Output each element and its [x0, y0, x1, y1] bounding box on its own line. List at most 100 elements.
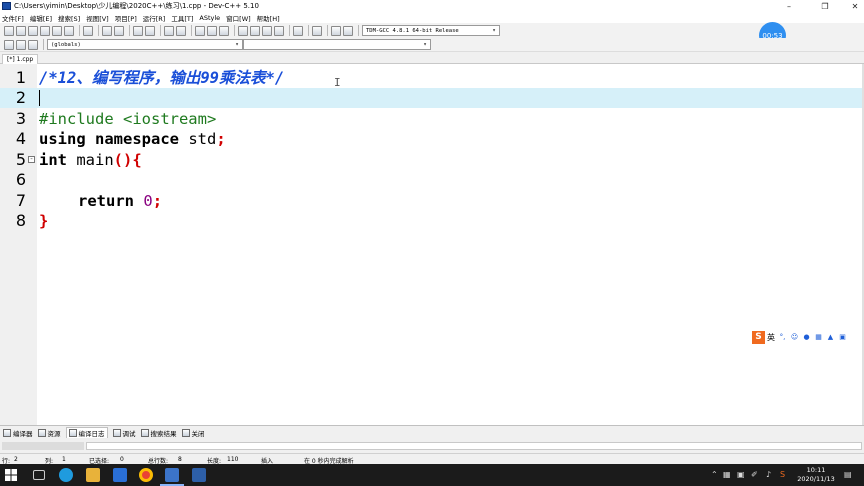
menu-window[interactable]: 窗口[W] — [226, 13, 251, 23]
menu-astyle[interactable]: AStyle — [199, 14, 220, 22]
emoji-icon[interactable]: ☺ — [790, 333, 799, 342]
ime-tray-icon[interactable]: S — [780, 470, 785, 479]
toolbar-separator — [129, 25, 130, 36]
file-explorer-icon[interactable] — [86, 468, 100, 482]
project-options-icon[interactable] — [250, 25, 260, 36]
tray-app-icon[interactable]: ▦ — [723, 470, 731, 479]
restore-icon[interactable]: ❐ — [810, 0, 840, 12]
edge-browser-icon[interactable] — [59, 468, 73, 482]
add-to-project-icon[interactable] — [262, 25, 272, 36]
devcpp-app-icon — [2, 2, 11, 10]
menu-file[interactable]: 文件[F] — [2, 13, 24, 23]
save-all-icon[interactable] — [40, 25, 50, 36]
taskbar-clock[interactable]: 10:11 2020/11/13 — [794, 466, 838, 484]
sogou-logo-icon: S — [752, 330, 765, 344]
unindent-icon[interactable] — [207, 25, 217, 36]
close-all-icon[interactable] — [64, 25, 74, 36]
menu-edit[interactable]: 编辑[E] — [30, 13, 52, 23]
toolbox-icon[interactable]: ▣ — [838, 333, 847, 342]
goto-bookmark-icon[interactable] — [28, 39, 38, 50]
menu-view[interactable]: 视图[V] — [86, 13, 109, 23]
open-file-icon[interactable] — [16, 25, 26, 36]
chevron-down-icon: ▾ — [423, 41, 427, 48]
microphone-icon[interactable]: ● — [802, 333, 811, 342]
volume-icon[interactable]: ♪ — [766, 470, 771, 479]
tab-close[interactable]: 关闭 — [181, 428, 205, 438]
compile-icon[interactable] — [293, 25, 303, 36]
number-token: 0 — [143, 192, 153, 210]
mail-app-icon[interactable] — [113, 468, 127, 482]
network-icon[interactable]: ▣ — [737, 470, 745, 479]
code-editor[interactable]: 1 /*12、编写程序，输出99乘法表*/ I 2 3 #include <io… — [0, 64, 862, 425]
bottom-panel-tabs: 编译器 资源 编译日志 调试 搜索结果 关闭 — [0, 425, 864, 439]
menu-help[interactable]: 帮助[H] — [257, 13, 280, 23]
toolbar-separator — [308, 25, 309, 36]
windows-start-icon[interactable] — [5, 469, 17, 481]
menu-search[interactable]: 搜索[S] — [58, 13, 80, 23]
comment-token: /*12、编写程序，输出99乘法表*/ — [39, 69, 285, 87]
tab-1-cpp[interactable]: [*] 1.cpp — [2, 54, 39, 64]
new-project-icon[interactable] — [238, 25, 248, 36]
close-panel-icon — [181, 428, 190, 437]
word-app-icon[interactable] — [192, 468, 206, 482]
skin-icon[interactable]: ▲ — [826, 333, 835, 342]
stop-icon[interactable] — [312, 25, 322, 36]
toolbar-separator — [160, 25, 161, 36]
minimize-icon[interactable]: – — [774, 0, 804, 12]
tab-compile-log[interactable]: 编译日志 — [65, 427, 108, 438]
scope-select[interactable]: (globals) ▾ — [47, 39, 243, 50]
chart-icon[interactable] — [331, 25, 341, 36]
toolbar-separator — [43, 39, 44, 50]
clock-time: 10:11 — [806, 466, 826, 474]
editor-tab-strip: [*] 1.cpp — [0, 52, 864, 64]
tab-resources[interactable]: 资源 — [37, 428, 61, 438]
panel-scrollbar-track[interactable] — [86, 442, 862, 450]
bookmark-icon[interactable] — [176, 25, 186, 36]
window-title: C:\Users\yimin\Desktop\少儿编程\2020C++\练习\1… — [14, 2, 259, 10]
ime-toolbar[interactable]: S 英 °, ☺ ● ▦ ▲ ▣ — [752, 330, 847, 344]
code-line: 1 /*12、编写程序，输出99乘法表*/ I — [0, 68, 862, 89]
compiler-select[interactable]: TDM-GCC 4.8.1 64-bit Release ▾ — [362, 25, 500, 36]
redo-icon[interactable] — [114, 25, 124, 36]
line-number: 4 — [15, 129, 26, 148]
toggle-comment-icon[interactable] — [219, 25, 229, 36]
toggle-bookmark-icon[interactable] — [16, 39, 26, 50]
chrome-browser-icon[interactable] — [139, 468, 153, 482]
keyboard-icon[interactable]: ▦ — [814, 333, 823, 342]
print-icon[interactable] — [83, 25, 93, 36]
menu-project[interactable]: 项目[P] — [115, 13, 137, 23]
menu-run[interactable]: 运行[R] — [143, 13, 166, 23]
tray-overflow-icon[interactable]: ⌃ — [711, 470, 718, 479]
close-file-icon[interactable] — [52, 25, 62, 36]
find-icon[interactable] — [133, 25, 143, 36]
remove-from-project-icon[interactable] — [274, 25, 284, 36]
tab-debug[interactable]: 调试 — [112, 428, 136, 438]
punctuation-icon[interactable]: °, — [778, 333, 787, 342]
task-view-icon[interactable] — [33, 470, 45, 480]
debug-icon[interactable] — [343, 25, 353, 36]
notification-icon[interactable]: ▤ — [844, 470, 852, 479]
tab-compiler[interactable]: 编译器 — [3, 428, 33, 438]
devcpp-taskbar-icon[interactable] — [165, 468, 179, 482]
pen-icon[interactable]: ✐ — [751, 470, 758, 479]
member-select[interactable]: ▾ — [243, 39, 431, 50]
tab-search-results[interactable]: 搜索结果 — [140, 428, 177, 438]
status-total: 8 — [178, 456, 182, 463]
menu-bar: 文件[F] 编辑[E] 搜索[S] 视图[V] 项目[P] 运行[R] 工具[T… — [0, 12, 864, 23]
replace-icon[interactable] — [145, 25, 155, 36]
indent-icon[interactable] — [195, 25, 205, 36]
identifier-token: main — [67, 151, 114, 169]
line-number: 8 — [15, 211, 26, 230]
save-icon[interactable] — [28, 25, 38, 36]
goto-line-icon[interactable] — [164, 25, 174, 36]
undo-icon[interactable] — [102, 25, 112, 36]
panel-scrollbar[interactable] — [2, 442, 84, 450]
menu-tools[interactable]: 工具[T] — [171, 13, 193, 23]
fold-collapse-icon[interactable]: - — [28, 156, 35, 163]
close-icon[interactable]: ✕ — [840, 0, 864, 12]
line-number: 1 — [15, 68, 26, 87]
symbol-token: (){ — [113, 151, 142, 169]
ime-language[interactable]: 英 — [767, 332, 775, 343]
insert-icon[interactable] — [4, 39, 14, 50]
new-file-icon[interactable] — [4, 25, 14, 36]
